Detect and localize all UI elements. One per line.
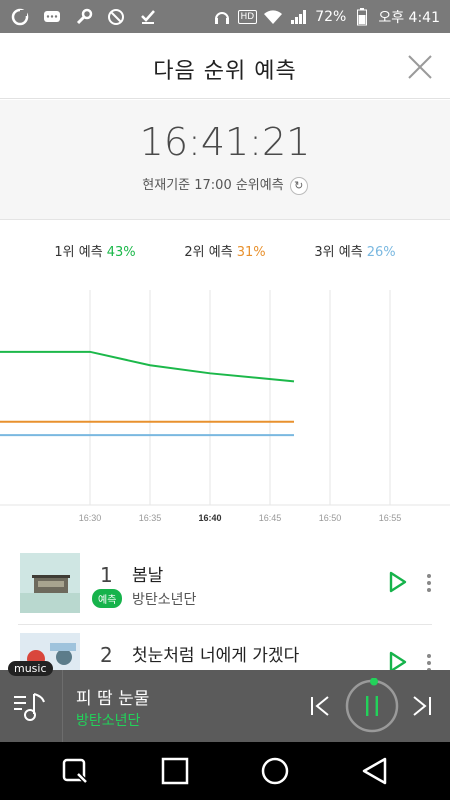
navigation-bar [0,742,450,800]
legend-label: 2위 예측 [184,244,233,260]
song-title: 봄날 [132,566,164,586]
more-button[interactable] [426,573,432,593]
x-tick-label: 16:40 [198,513,221,523]
now-playing-title: 피 땀 눈물 [76,689,150,709]
album-art [20,553,80,613]
battery-percent: 72% [315,8,347,25]
next-button[interactable] [410,694,434,718]
message-icon [42,7,62,27]
legend-percent: 31% [236,244,266,260]
home-button[interactable] [260,756,290,786]
music-label: music [8,661,53,676]
list-item[interactable]: 1 봄날 예측 방탄소년단 [18,545,432,625]
recent-apps-button[interactable] [160,756,190,786]
legend-item-rank1: 1위 예측 43% [54,241,135,260]
pause-icon [345,677,399,733]
artist-name: 방탄소년단 [132,592,197,608]
skip-previous-icon [311,696,329,716]
playlist-music-icon [14,693,45,721]
now-playing-artist: 방탄소년단 [76,713,141,729]
x-tick-label: 16:35 [139,513,162,523]
play-button[interactable] [388,571,408,593]
legend-item-rank2: 2위 예측 31% [184,241,265,260]
chart-legend: 1위 예측 43% 2위 예측 31% 3위 예측 26% [0,220,450,280]
x-tick-label: 16:30 [79,513,102,523]
status-bar: HD 72% 오후 4:41 [0,0,450,33]
wrench-icon [74,7,94,27]
battery-icon [352,7,372,27]
skip-next-icon [413,696,431,716]
current-time: 16:41:21 [139,120,311,164]
playlist-button[interactable] [12,686,52,726]
legend-item-rank3: 3위 예측 26% [314,241,395,260]
x-tick-label: 16:45 [259,513,282,523]
divider [62,670,63,742]
series-line-rank1 [0,350,295,383]
legend-label: 3위 예측 [314,244,363,260]
legend-label: 1위 예측 [54,244,103,260]
circle-home-icon [261,757,289,785]
back-button[interactable] [360,756,390,786]
block-icon [106,7,126,27]
prediction-note-text: 현재기준 17:00 순위예측 [142,178,284,193]
page-title: 다음 순위 예측 [153,59,297,84]
x-tick-label: 16:50 [319,513,342,523]
clock: 오후 4:41 [378,9,440,26]
countdown-panel: 16:41:21 현재기준 17:00 순위예측 ↻ [0,100,450,220]
play-icon [389,571,407,593]
previous-button[interactable] [308,694,332,718]
close-icon [408,55,432,79]
capture-icon [62,758,89,785]
legend-percent: 43% [106,244,136,260]
download-done-icon [138,7,158,27]
prediction-chart: 16:30 16:35 16:40 16:45 16:50 16:55 [0,280,450,530]
song-title: 첫눈처럼 너에게 가겠다 [132,646,300,666]
wifi-icon [263,7,283,27]
hd-badge: HD [237,9,258,24]
app-notification-icon [10,7,30,27]
headset-icon [212,7,232,27]
refresh-icon[interactable]: ↻ [289,176,308,195]
chart-svg: 16:30 16:35 16:40 16:45 16:50 16:55 [0,290,450,523]
square-icon [161,757,189,785]
mini-player[interactable]: music 피 땀 눈물 방탄소년단 [0,661,450,742]
pause-button[interactable] [344,677,400,734]
close-button[interactable] [406,53,434,81]
signal-icon [289,7,309,27]
rank-number: 1 [100,563,113,587]
capture-button[interactable] [60,756,90,786]
header: 다음 순위 예측 [0,33,450,99]
legend-percent: 26% [366,244,396,260]
prediction-badge: 예측 [92,589,123,608]
more-vertical-icon [427,574,431,592]
rank-number: 2 [100,643,113,667]
prediction-note: 현재기준 17:00 순위예측 ↻ [0,174,450,195]
x-tick-label: 16:55 [379,513,402,523]
triangle-back-icon [362,757,387,785]
